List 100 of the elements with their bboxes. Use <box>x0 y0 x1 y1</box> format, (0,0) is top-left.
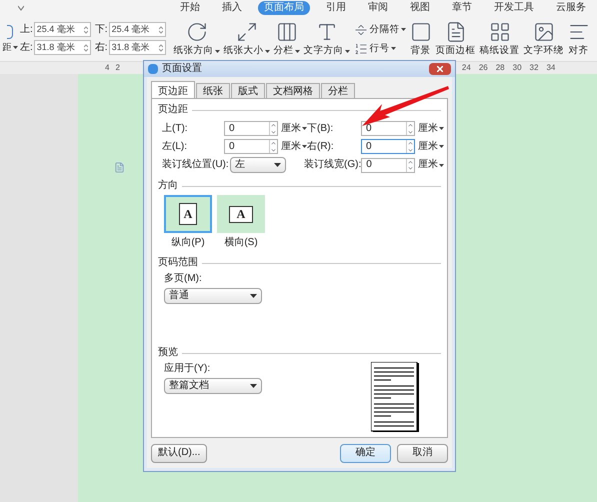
default-button[interactable]: 默认(D)... <box>151 444 208 462</box>
caret-icon <box>439 164 444 166</box>
ruler-number: 24 <box>462 62 471 74</box>
ribbon-button[interactable]: 文字环绕 <box>524 21 564 56</box>
ribbon-button[interactable]: 页面边框 <box>436 21 476 56</box>
quick-access-icon[interactable] <box>18 5 24 11</box>
field-label: 装订线宽(G): <box>304 160 362 170</box>
portrait-page-icon: A <box>179 203 197 225</box>
grid-paper-icon <box>488 21 511 44</box>
spin-field[interactable]: 0 <box>361 158 416 172</box>
dropdown-field[interactable]: 整篇文档 <box>164 378 262 394</box>
ruler-number: 28 <box>496 62 505 74</box>
caret-icon <box>214 50 220 52</box>
menu-tab[interactable]: 开始 <box>174 1 206 15</box>
spinner-icon[interactable] <box>158 44 163 52</box>
cancel-button[interactable]: 取消 <box>397 444 448 462</box>
unit-dropdown[interactable]: 厘米 <box>418 124 444 134</box>
unit-dropdown[interactable]: 厘米 <box>281 142 307 152</box>
margin-label: 右: <box>94 42 108 52</box>
caret-icon <box>400 28 406 32</box>
spinner-icon[interactable] <box>84 44 88 52</box>
menu-tab[interactable]: 审阅 <box>362 1 394 15</box>
dialog-tab[interactable]: 纸张 <box>196 83 230 98</box>
ribbon-button[interactable]: 背景 <box>410 21 432 56</box>
margin-field[interactable]: 25.4 毫米 <box>108 22 166 37</box>
field-label: 下(B): <box>307 124 334 134</box>
section-title: 预览 <box>158 348 178 358</box>
window-title: 页面设置 <box>162 64 202 74</box>
margin-field[interactable]: 31.8 毫米 <box>108 40 166 55</box>
decrement-icon[interactable] <box>270 128 277 135</box>
ribbon-button[interactable]: 分隔符 <box>354 22 406 37</box>
unit-dropdown[interactable]: 厘米 <box>418 142 444 152</box>
page-preview-drawing <box>371 362 421 434</box>
margin-label: 左: <box>20 42 33 52</box>
decrement-icon[interactable] <box>407 128 414 135</box>
decrement-icon[interactable] <box>270 146 277 153</box>
increment-icon[interactable] <box>270 140 277 146</box>
ruler-number: 26 <box>478 62 488 74</box>
caret-icon <box>250 384 257 388</box>
ruler-number: 30 <box>512 62 522 74</box>
spinner-icon[interactable] <box>158 26 163 34</box>
decrement-icon[interactable] <box>407 146 414 153</box>
caret-icon <box>302 127 307 130</box>
menu-tab[interactable]: 插入 <box>216 1 248 15</box>
spin-field[interactable]: 0 <box>361 121 415 136</box>
field-label: 上(T): <box>162 124 189 134</box>
ribbon-button[interactable]: 纸张大小 <box>224 21 270 56</box>
spin-field[interactable]: 0 <box>224 121 278 136</box>
margins-label[interactable]: 距 <box>2 43 12 52</box>
spin-field[interactable]: 0 <box>361 139 415 154</box>
ribbon-button[interactable]: 对齐 <box>568 21 590 56</box>
margin-field[interactable]: 25.4 毫米 <box>34 22 91 37</box>
ok-button[interactable]: 确定 <box>340 444 391 462</box>
columns-icon <box>276 21 298 44</box>
dialog-tab[interactable]: 页边距 <box>151 81 195 98</box>
increment-icon[interactable] <box>407 140 414 146</box>
menu-tab[interactable]: 云服务 <box>550 1 592 15</box>
caret-icon <box>439 145 444 148</box>
rotate-page-icon <box>186 21 208 44</box>
ribbon-button[interactable]: 稿纸设置 <box>480 21 520 56</box>
ribbon-button[interactable]: 纸张方向 <box>174 21 220 56</box>
dropdown-field[interactable]: 左 <box>230 157 286 173</box>
section-title: 页边距 <box>158 105 188 115</box>
menu-tab[interactable]: 视图 <box>404 1 436 15</box>
ruler-number: 4 <box>105 62 110 74</box>
field-label: 右(R): <box>307 142 335 152</box>
caret-icon <box>294 50 300 52</box>
dialog-tab[interactable]: 版式 <box>231 83 265 98</box>
spinner-icon[interactable] <box>84 26 88 34</box>
section-title: 方向 <box>158 181 178 191</box>
close-button[interactable] <box>429 63 451 75</box>
dialog-tab[interactable]: 文档网格 <box>266 83 320 98</box>
field-label: 左(L): <box>162 142 188 152</box>
app-icon <box>148 64 158 74</box>
spin-field[interactable]: 0 <box>224 139 278 154</box>
caret-icon <box>12 46 18 49</box>
ribbon-button[interactable]: 分栏 <box>274 21 300 56</box>
unit-dropdown[interactable]: 厘米 <box>418 160 444 170</box>
menu-tab[interactable]: 引用 <box>320 1 352 15</box>
increment-icon[interactable] <box>270 122 277 128</box>
increment-icon[interactable] <box>407 158 414 165</box>
caret-icon <box>302 145 307 148</box>
dialog-tab[interactable]: 分栏 <box>321 83 355 98</box>
ribbon-button[interactable]: 文字方向 <box>304 21 350 56</box>
decrement-icon[interactable] <box>407 165 414 172</box>
caret-icon <box>250 294 257 298</box>
dropdown-field[interactable]: 普通 <box>164 288 262 304</box>
close-icon <box>437 66 443 72</box>
landscape-page-icon: A <box>229 206 253 222</box>
increment-icon[interactable] <box>407 122 414 128</box>
field-label: 应用于(Y): <box>164 364 212 374</box>
menu-tab[interactable]: 章节 <box>446 1 478 15</box>
field-label: 装订线位置(U): <box>162 160 230 170</box>
margin-field[interactable]: 31.8 毫米 <box>34 40 91 55</box>
margin-label: 上: <box>20 24 33 34</box>
ribbon-button[interactable]: 行号 <box>354 42 406 56</box>
unit-dropdown[interactable]: 厘米 <box>281 124 307 134</box>
caret-icon <box>344 50 350 52</box>
menu-tab[interactable]: 开发工具 <box>488 1 540 15</box>
ruler-number: 32 <box>530 62 538 74</box>
